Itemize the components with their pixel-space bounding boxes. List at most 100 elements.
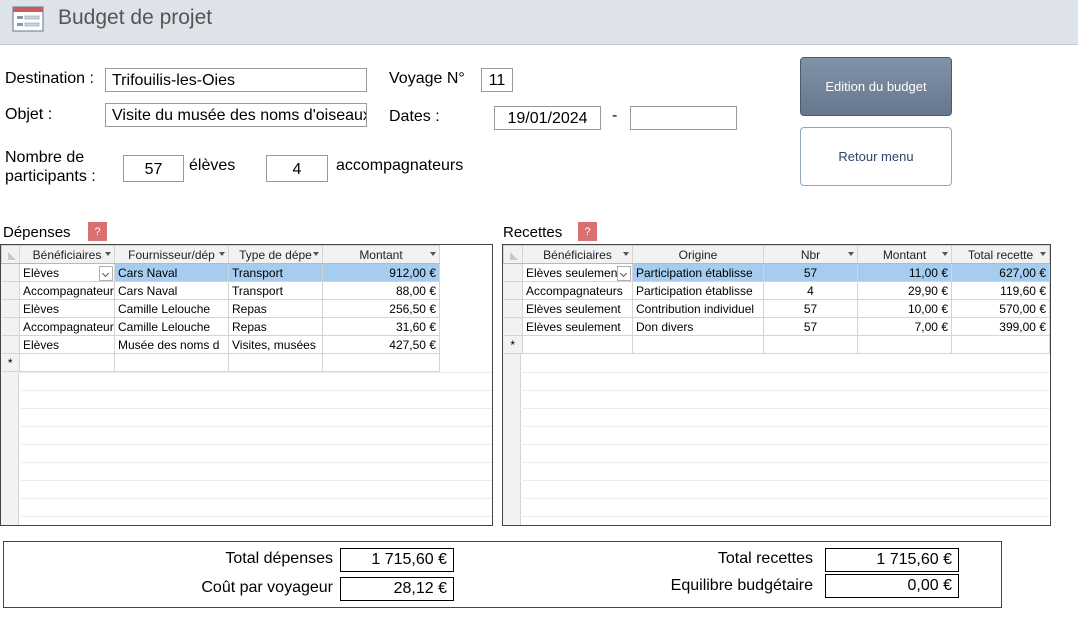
- voyage-number-field[interactable]: 11: [481, 68, 513, 92]
- cell-montant[interactable]: 256,50 €: [322, 299, 440, 318]
- new-cell[interactable]: [951, 335, 1050, 354]
- col-header-nbr[interactable]: Nbr: [763, 245, 858, 264]
- row-selector[interactable]: [1, 335, 20, 354]
- table-row[interactable]: Accompagnateur Cars Naval Transport 88,0…: [1, 281, 440, 300]
- new-cell[interactable]: [228, 353, 323, 372]
- chevron-down-icon[interactable]: [848, 252, 854, 256]
- chevron-down-icon[interactable]: [99, 265, 113, 281]
- cell-type[interactable]: Repas: [228, 299, 323, 318]
- chevron-down-icon[interactable]: [617, 265, 631, 281]
- row-selector[interactable]: [1, 263, 20, 282]
- cell-beneficiaire[interactable]: Elèves: [19, 263, 115, 282]
- table-row[interactable]: Elèves Musée des noms d Visites, musées …: [1, 335, 440, 354]
- cell-beneficiaire[interactable]: Elèves seulement: [522, 263, 633, 282]
- cell-montant[interactable]: 10,00 €: [857, 299, 952, 318]
- depenses-help-button[interactable]: ?: [88, 222, 107, 241]
- cell-total-recette[interactable]: 119,60 €: [951, 281, 1050, 300]
- cell-beneficiaire[interactable]: Accompagnateur: [19, 281, 115, 300]
- cell-origine[interactable]: Don divers: [632, 317, 764, 336]
- row-selector[interactable]: [503, 281, 523, 300]
- table-row[interactable]: Elèves seulement Don divers 57 7,00 € 39…: [503, 317, 1050, 336]
- cell-type[interactable]: Transport: [228, 281, 323, 300]
- destination-field[interactable]: Trifouilis-les-Oies: [105, 68, 367, 92]
- recettes-help-button[interactable]: ?: [578, 222, 597, 241]
- cell-type[interactable]: Visites, musées: [228, 335, 323, 354]
- new-cell[interactable]: [322, 353, 440, 372]
- row-selector[interactable]: [503, 317, 523, 336]
- table-row[interactable]: Elèves seulement Participation établisse…: [503, 263, 1050, 282]
- date-start-field[interactable]: 19/01/2024: [494, 106, 601, 130]
- chevron-down-icon[interactable]: [1040, 252, 1046, 256]
- chevron-down-icon[interactable]: [313, 252, 319, 256]
- cell-beneficiaire[interactable]: Elèves: [19, 299, 115, 318]
- table-row[interactable]: Elèves Cars Naval Transport 912,00 €: [1, 263, 440, 282]
- accompagnateurs-count-field[interactable]: 4: [266, 155, 328, 182]
- cell-beneficiaire[interactable]: Elèves seulement: [522, 299, 633, 318]
- col-header-origine[interactable]: Origine: [632, 245, 764, 264]
- cell-montant[interactable]: 11,00 €: [857, 263, 952, 282]
- new-cell[interactable]: [632, 335, 764, 354]
- col-header-beneficiaires[interactable]: Bénéficiaires: [522, 245, 633, 264]
- chevron-down-icon[interactable]: [623, 252, 629, 256]
- cell-origine[interactable]: Participation établisse: [632, 263, 764, 282]
- cell-total-recette[interactable]: 627,00 €: [951, 263, 1050, 282]
- cell-fournisseur[interactable]: Camille Lelouche: [114, 317, 229, 336]
- new-record-row[interactable]: *: [503, 335, 1050, 354]
- col-header-type[interactable]: Type de dépe: [228, 245, 323, 264]
- edition-budget-button[interactable]: Edition du budget: [800, 57, 952, 116]
- col-header-montant[interactable]: Montant: [322, 245, 440, 264]
- cell-type[interactable]: Transport: [228, 263, 323, 282]
- objet-field[interactable]: Visite du musée des noms d'oiseaux: [105, 103, 367, 127]
- table-row[interactable]: Accompagnateur Camille Lelouche Repas 31…: [1, 317, 440, 336]
- cell-total-recette[interactable]: 570,00 €: [951, 299, 1050, 318]
- row-selector[interactable]: [1, 281, 20, 300]
- row-selector[interactable]: [503, 299, 523, 318]
- table-row[interactable]: Elèves seulement Contribution individuel…: [503, 299, 1050, 318]
- eleves-count-field[interactable]: 57: [123, 155, 184, 182]
- cell-total-recette[interactable]: 399,00 €: [951, 317, 1050, 336]
- chevron-down-icon[interactable]: [430, 252, 436, 256]
- cell-montant[interactable]: 427,50 €: [322, 335, 440, 354]
- cell-beneficiaire[interactable]: Elèves: [19, 335, 115, 354]
- col-header-total-recette[interactable]: Total recette: [951, 245, 1050, 264]
- new-record-row[interactable]: *: [1, 353, 440, 372]
- select-all-corner[interactable]: [1, 245, 20, 264]
- col-header-beneficiaires[interactable]: Bénéficiaires: [19, 245, 115, 264]
- cell-nbr[interactable]: 57: [763, 263, 858, 282]
- chevron-down-icon[interactable]: [942, 252, 948, 256]
- retour-menu-button[interactable]: Retour menu: [800, 127, 952, 186]
- cell-origine[interactable]: Contribution individuel: [632, 299, 764, 318]
- cell-montant[interactable]: 88,00 €: [322, 281, 440, 300]
- col-header-montant[interactable]: Montant: [857, 245, 952, 264]
- new-cell[interactable]: [522, 335, 633, 354]
- row-selector[interactable]: [1, 299, 20, 318]
- new-cell[interactable]: [114, 353, 229, 372]
- cell-montant[interactable]: 31,60 €: [322, 317, 440, 336]
- cell-nbr[interactable]: 57: [763, 317, 858, 336]
- chevron-down-icon[interactable]: [105, 252, 111, 256]
- cell-beneficiaire[interactable]: Elèves seulement: [522, 317, 633, 336]
- depenses-datasheet[interactable]: Bénéficiaires Fournisseur/dép Type de dé…: [0, 244, 493, 526]
- cell-origine[interactable]: Participation établisse: [632, 281, 764, 300]
- row-selector[interactable]: [1, 317, 20, 336]
- recettes-datasheet[interactable]: Bénéficiaires Origine Nbr Montant Total …: [502, 244, 1051, 526]
- cell-montant[interactable]: 912,00 €: [322, 263, 440, 282]
- cell-fournisseur[interactable]: Cars Naval: [114, 281, 229, 300]
- cell-fournisseur[interactable]: Musée des noms d: [114, 335, 229, 354]
- col-header-fournisseur[interactable]: Fournisseur/dép: [114, 245, 229, 264]
- table-row[interactable]: Elèves Camille Lelouche Repas 256,50 €: [1, 299, 440, 318]
- cell-fournisseur[interactable]: Camille Lelouche: [114, 299, 229, 318]
- cell-montant[interactable]: 7,00 €: [857, 317, 952, 336]
- cell-beneficiaire[interactable]: Accompagnateur: [19, 317, 115, 336]
- cell-fournisseur[interactable]: Cars Naval: [114, 263, 229, 282]
- cell-beneficiaire[interactable]: Accompagnateurs: [522, 281, 633, 300]
- table-row[interactable]: Accompagnateurs Participation établisse …: [503, 281, 1050, 300]
- cell-montant[interactable]: 29,90 €: [857, 281, 952, 300]
- cell-type[interactable]: Repas: [228, 317, 323, 336]
- new-cell[interactable]: [857, 335, 952, 354]
- new-cell[interactable]: [763, 335, 858, 354]
- row-selector[interactable]: [503, 263, 523, 282]
- new-cell[interactable]: [19, 353, 115, 372]
- cell-nbr[interactable]: 57: [763, 299, 858, 318]
- select-all-corner[interactable]: [503, 245, 523, 264]
